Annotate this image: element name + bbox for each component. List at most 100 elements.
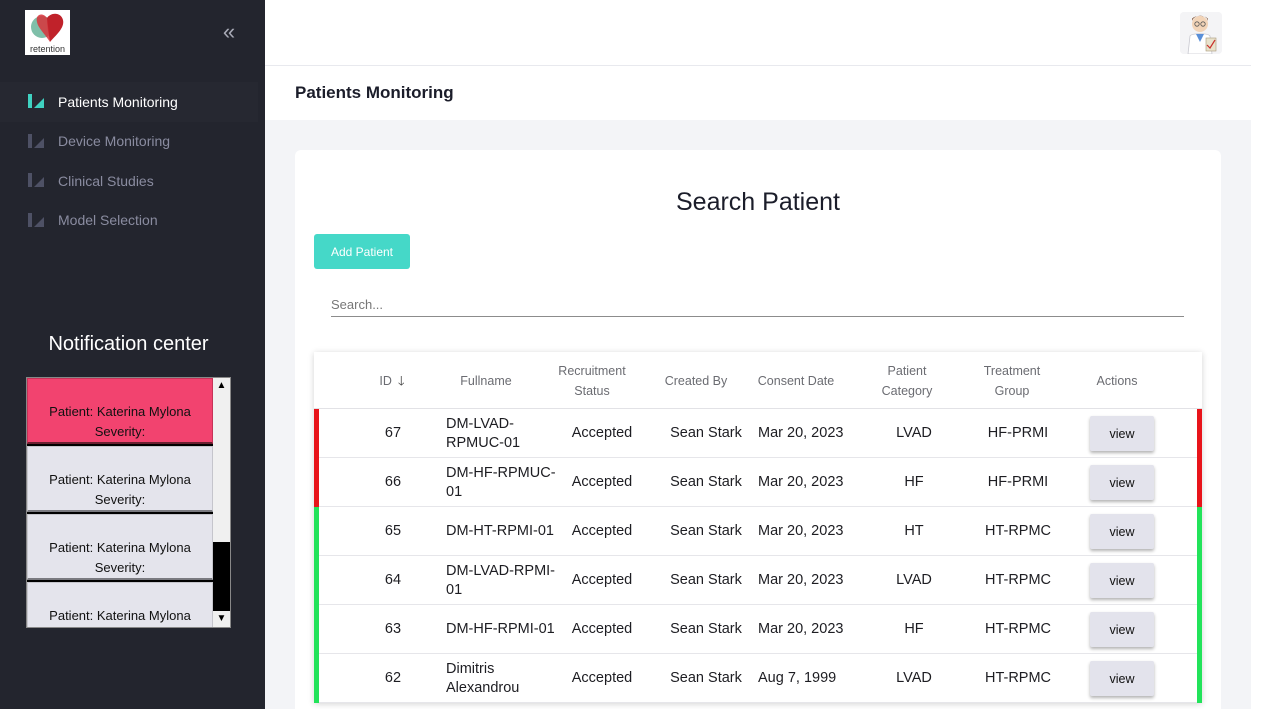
column-header-created-by: Created By <box>664 373 728 388</box>
sidebar-item-device-monitoring[interactable]: Device Monitoring <box>0 122 265 162</box>
search-input[interactable] <box>331 293 1184 317</box>
cell-created-by: Sean Stark <box>670 425 742 441</box>
table-row: 65 DM-HT-RPMI-01 Accepted Sean Stark Mar 20,… <box>314 507 1202 556</box>
table-row: 63 DM-HF-RPMI-01 Accepted Sean Stark Mar 20,… <box>314 605 1202 654</box>
chevron-down-icon: ▼ <box>216 613 227 624</box>
cell-recruitment-status: Accepted <box>571 621 633 637</box>
sort-descending-icon[interactable]: 🡓 <box>398 371 405 391</box>
cell-treatment-group: HT-RPMC <box>984 523 1052 539</box>
retention-logo[interactable]: retention <box>25 10 70 55</box>
search-patient-card: Search Patient Add Patient ID 🡓 Fullname… <box>295 150 1221 709</box>
cell-created-by: Sean Stark <box>670 670 742 686</box>
page-scrollbar[interactable] <box>1251 0 1268 709</box>
cell-consent-date: Mar 20, 2023 <box>758 621 844 637</box>
table-header: ID 🡓 Fullname Recruitment Status Created… <box>314 352 1202 409</box>
view-button[interactable]: view <box>1090 465 1154 500</box>
notification-center: Patient: Katerina Mylona Severity: Patie… <box>26 377 231 628</box>
bar-chart-icon <box>28 212 44 227</box>
bar-chart-icon <box>28 173 44 187</box>
notification-severity: Severity: <box>94 492 146 507</box>
view-button[interactable]: view <box>1090 416 1154 451</box>
scroll-down-button[interactable]: ▼ <box>213 611 230 627</box>
row-status-indicator <box>1197 654 1202 703</box>
table-row: 62 Dimitris Alexandrou Accepted Sean Stark A… <box>314 654 1202 703</box>
sidebar-item-label: Patients Monitoring <box>58 93 178 110</box>
cell-consent-date: Aug 7, 1999 <box>758 670 837 686</box>
view-button[interactable]: view <box>1090 514 1154 549</box>
page-header: Patients Monitoring <box>265 66 1251 120</box>
cell-treatment-group: HT-RPMC <box>984 621 1052 637</box>
notification-item[interactable]: Patient: Katerina Mylona Severity: <box>27 514 213 580</box>
bar-chart-icon <box>28 133 44 148</box>
cell-consent-date: Mar 20, 2023 <box>758 523 844 539</box>
table-row: 66 DM-HF-RPMUC-01 Accepted Sean Stark Mar 20… <box>314 458 1202 507</box>
notification-patient: Patient: Katerina Mylona <box>49 404 191 419</box>
cell-actions: view <box>1089 409 1155 458</box>
sidebar-nav: Patients Monitoring Device Monitoring Cl… <box>0 82 265 240</box>
notification-item[interactable]: Patient: Katerina Mylona Severity: <box>27 446 213 512</box>
notification-scrollbar[interactable]: ▲ ▼ <box>213 378 230 627</box>
cell-patient-category: HF <box>904 474 924 490</box>
notification-severity: Severity: <box>94 560 146 575</box>
table-body: 67 DM-LVAD-RPMUC-01 Accepted Sean Stark Mar … <box>314 409 1202 703</box>
view-button[interactable]: view <box>1090 612 1154 647</box>
column-header-recruitment-status: Recruitment Status <box>558 363 626 398</box>
notification-patient: Patient: Katerina Mylona <box>49 472 191 487</box>
cell-fullname: DM-HF-RPMI-01 <box>446 621 555 637</box>
notification-list: Patient: Katerina Mylona Severity: Patie… <box>27 378 214 627</box>
sidebar-item-patients-monitoring[interactable]: Patients Monitoring <box>0 82 258 122</box>
sidebar-item-label: Clinical Studies <box>58 172 154 189</box>
cell-consent-date: Mar 20, 2023 <box>758 425 844 441</box>
row-status-indicator <box>1197 556 1202 605</box>
cell-consent-date: Mar 20, 2023 <box>758 572 844 588</box>
column-header-id[interactable]: ID 🡓 <box>366 352 418 409</box>
notification-item[interactable]: Patient: Katerina Mylona <box>27 582 213 627</box>
column-header-fullname: Fullname <box>460 373 512 388</box>
view-button[interactable]: view <box>1090 661 1154 696</box>
doctor-avatar-icon[interactable] <box>1180 12 1222 54</box>
cell-recruitment-status: Accepted <box>571 670 633 686</box>
cell-id: 62 <box>384 670 402 686</box>
sidebar-item-model-selection[interactable]: Model Selection <box>0 201 265 241</box>
add-patient-button[interactable]: Add Patient <box>314 234 410 269</box>
scroll-up-button[interactable]: ▲ <box>213 378 230 394</box>
notification-center-title: Notification center <box>48 333 209 355</box>
cell-patient-category: HF <box>904 621 924 637</box>
row-status-indicator <box>1197 605 1202 654</box>
cell-treatment-group: HF-PRMI <box>987 474 1049 490</box>
sidebar-item-label: Device Monitoring <box>58 133 171 150</box>
column-header-actions: Actions <box>1096 373 1138 388</box>
row-status-indicator <box>1197 409 1202 458</box>
row-status-indicator <box>314 654 319 703</box>
patients-table: ID 🡓 Fullname Recruitment Status Created… <box>314 352 1202 703</box>
cell-created-by: Sean Stark <box>670 621 742 637</box>
notification-patient: Patient: Katerina Mylona <box>49 608 191 623</box>
cell-fullname: Dimitris Alexandrou <box>446 660 520 696</box>
cell-id: 63 <box>384 621 402 637</box>
cell-consent-date: Mar 20, 2023 <box>758 474 844 490</box>
cell-id: 65 <box>384 523 402 539</box>
cell-actions: view <box>1089 605 1155 654</box>
cell-recruitment-status: Accepted <box>571 474 633 490</box>
cell-fullname: DM-HF-RPMUC-01 <box>446 464 556 500</box>
scrollbar-track[interactable] <box>213 394 230 542</box>
bar-chart-icon <box>28 94 44 108</box>
cell-fullname: DM-LVAD-RPMUC-01 <box>446 415 521 451</box>
table-row: 64 DM-LVAD-RPMI-01 Accepted Sean Stark Mar 2… <box>314 556 1202 605</box>
collapse-sidebar-button[interactable]: « <box>219 20 239 44</box>
notification-item[interactable]: Patient: Katerina Mylona Severity: <box>27 378 213 444</box>
cell-treatment-group: HT-RPMC <box>984 670 1052 686</box>
sidebar-item-label: Model Selection <box>58 212 158 229</box>
row-status-indicator <box>314 458 319 507</box>
view-button[interactable]: view <box>1090 563 1154 598</box>
cell-treatment-group: HF-PRMI <box>987 425 1049 441</box>
top-bar <box>265 0 1251 66</box>
notification-severity: Severity: <box>94 424 146 439</box>
cell-id: 64 <box>384 572 402 588</box>
cell-actions: view <box>1089 654 1155 703</box>
row-status-indicator <box>314 605 319 654</box>
sidebar-item-clinical-studies[interactable]: Clinical Studies <box>0 161 265 201</box>
cell-patient-category: LVAD <box>896 670 932 686</box>
column-header-patient-category: Patient Category <box>881 363 933 398</box>
logo-wordmark: retention <box>29 44 66 54</box>
